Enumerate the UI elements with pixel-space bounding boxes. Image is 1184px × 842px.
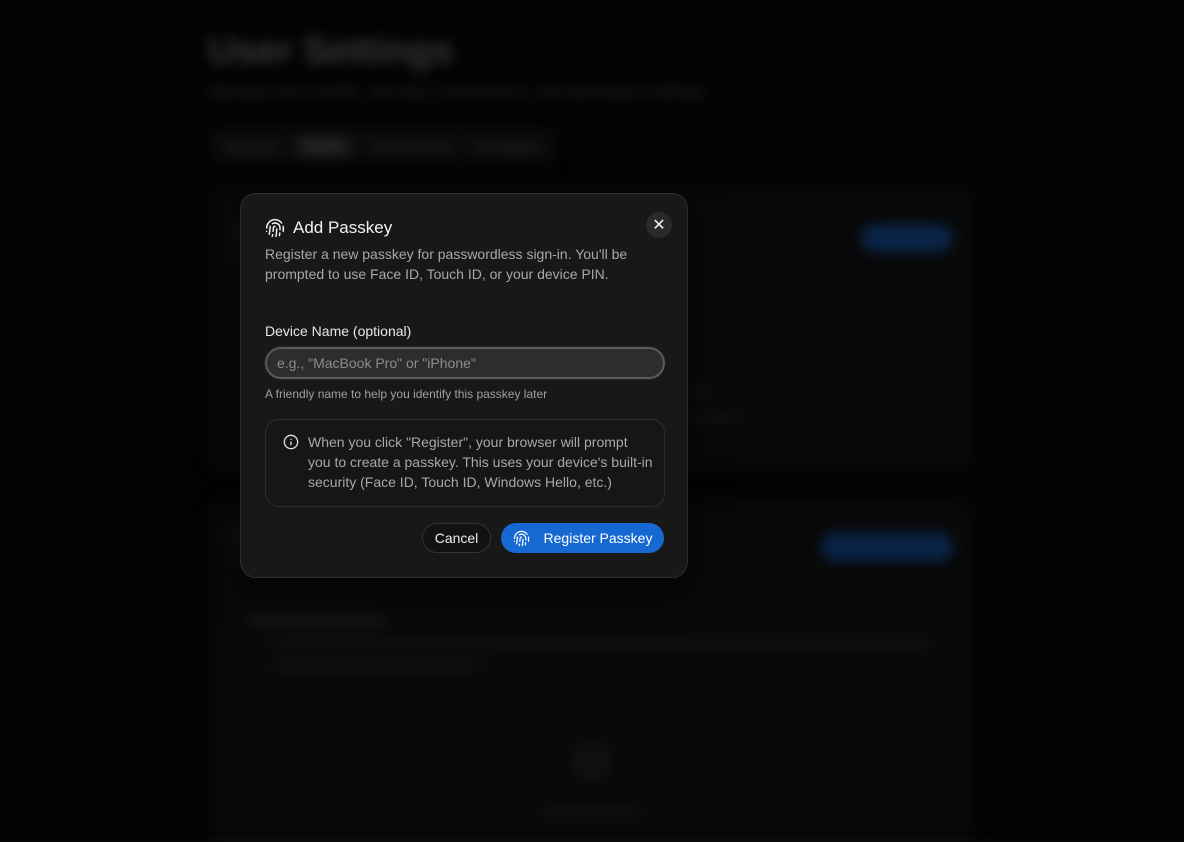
fingerprint-icon (265, 218, 285, 238)
cancel-button[interactable]: Cancel (422, 523, 491, 553)
close-icon: ✕ (652, 217, 666, 234)
close-button[interactable]: ✕ (646, 212, 672, 238)
register-passkey-button[interactable]: Register Passkey (501, 523, 664, 553)
device-name-label: Device Name (optional) (265, 323, 412, 339)
dialog-header: Add Passkey (265, 218, 392, 238)
cancel-button-label: Cancel (434, 530, 479, 546)
device-name-input[interactable] (264, 346, 666, 380)
register-button-label: Register Passkey (543, 530, 653, 546)
fingerprint-icon (513, 530, 530, 547)
add-passkey-dialog: ✕ Add Passkey Register a new passkey for… (240, 193, 688, 578)
device-name-hint: A friendly name to help you identify thi… (265, 387, 548, 401)
info-text: When you click "Register", your browser … (308, 434, 653, 490)
dialog-title: Add Passkey (293, 218, 393, 237)
info-callout: When you click "Register", your browser … (265, 419, 665, 507)
dialog-description: Register a new passkey for passwordless … (265, 246, 628, 282)
info-icon (283, 434, 299, 455)
